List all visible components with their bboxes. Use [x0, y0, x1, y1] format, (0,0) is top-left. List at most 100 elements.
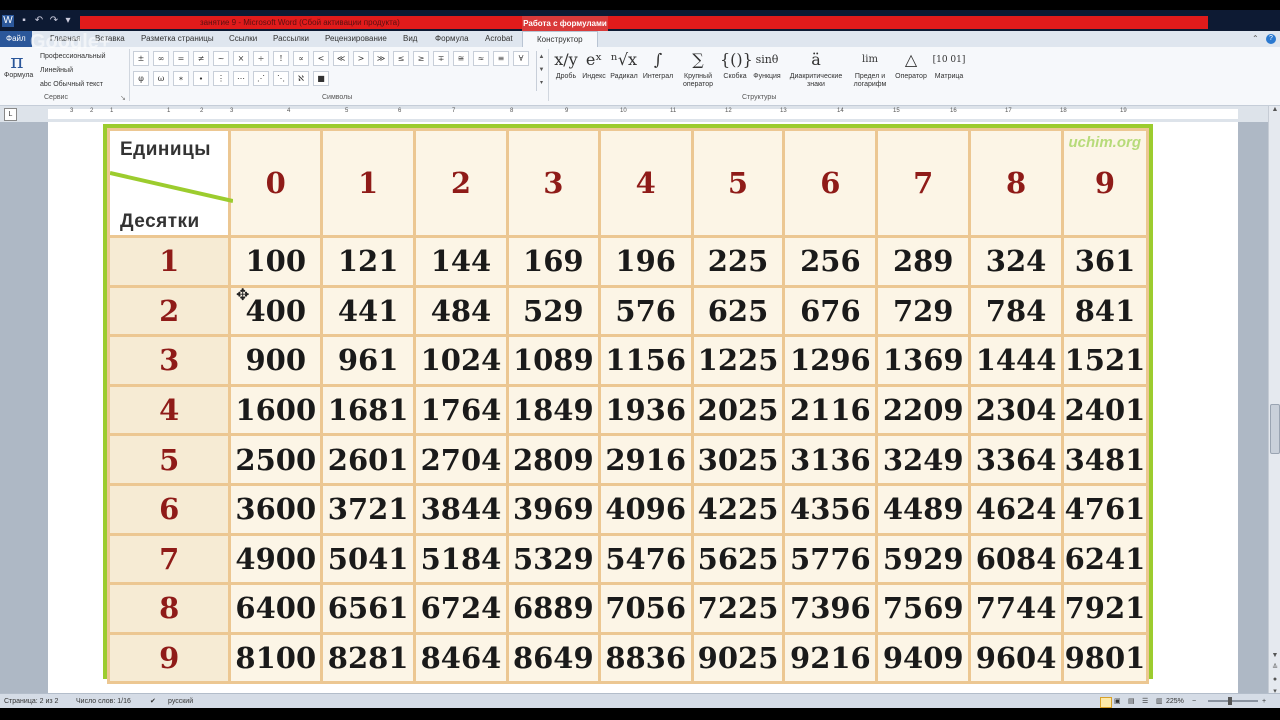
table-row: 7 4900 5041 5184 5329 5476 5625 5776 5929 6084 624…	[106, 532, 1150, 586]
tab-mailings[interactable]: Рассылки	[273, 31, 309, 47]
square-value: 8464	[413, 631, 509, 685]
customize-qat-icon[interactable]: ▾	[62, 15, 74, 27]
radical-icon: ⁿ√x	[610, 50, 638, 69]
symbol-button[interactable]: ~	[213, 51, 229, 66]
symbol-button[interactable]: >	[353, 51, 369, 66]
symbol-button[interactable]: ⋱	[273, 71, 289, 86]
formula-button[interactable]: π Формула	[4, 50, 33, 79]
symbol-button[interactable]: ⋯	[233, 71, 249, 86]
plain-text-option[interactable]: abc Обычный текст	[40, 81, 103, 88]
limit-log-button[interactable]: lim Предел и логарифм	[849, 49, 891, 89]
symbol-button[interactable]: ≥	[413, 51, 429, 66]
vertical-scroll-thumb[interactable]	[1270, 404, 1280, 454]
zoom-slider[interactable]	[1208, 700, 1258, 702]
professional-option[interactable]: Профессиональный	[40, 53, 106, 60]
symbol-button[interactable]: ≪	[333, 51, 349, 66]
square-value: 2704	[413, 433, 509, 486]
limit-icon: lim	[862, 54, 878, 65]
status-page[interactable]: Страница: 2 из 2	[4, 694, 58, 709]
radical-button[interactable]: ⁿ√x Радикал	[609, 49, 639, 81]
tab-file[interactable]: Файл	[0, 31, 32, 47]
help-icon[interactable]: ?	[1266, 34, 1276, 44]
ruler-number: 3	[70, 108, 74, 114]
symbol-button[interactable]: ≫	[373, 51, 389, 66]
service-dialog-launcher-icon[interactable]: ↘	[120, 94, 126, 102]
tab-references[interactable]: Ссылки	[229, 31, 257, 47]
table-row: 4 1600 1681 1764 1849 1936 2025 2116 2209 2304 240…	[106, 383, 1150, 437]
symbol-button[interactable]: ≠	[193, 51, 209, 66]
tab-page-layout[interactable]: Разметка страницы	[141, 31, 214, 47]
tab-constructor[interactable]: Конструктор	[522, 31, 598, 48]
symbol-button[interactable]: ≡	[493, 51, 509, 66]
linear-option[interactable]: Линейный	[40, 67, 73, 74]
word-app-icon[interactable]: W	[2, 15, 14, 27]
bracket-icon: {()}	[720, 50, 753, 69]
symbol-button[interactable]: ±	[133, 51, 149, 66]
symbol-button[interactable]: ≤	[393, 51, 409, 66]
symbol-button[interactable]: ⋰	[253, 71, 269, 86]
symbol-button[interactable]: ∞	[153, 51, 169, 66]
symbol-button[interactable]: ∓	[433, 51, 449, 66]
status-words[interactable]: Число слов: 1/16	[76, 694, 131, 709]
symbol-button[interactable]: φ	[133, 71, 149, 86]
tab-acrobat[interactable]: Acrobat	[485, 31, 513, 47]
symbol-button[interactable]: ℵ	[293, 71, 309, 86]
undo-icon[interactable]: ↶	[33, 15, 45, 27]
symbol-button[interactable]: ≅	[453, 51, 469, 66]
symbol-button[interactable]: ≈	[473, 51, 489, 66]
redo-icon[interactable]: ↷	[48, 15, 60, 27]
proofing-icon[interactable]: ✔	[150, 694, 156, 709]
status-language[interactable]: русский	[168, 694, 193, 709]
bracket-button[interactable]: {()} Скобка	[720, 49, 753, 81]
square-value: 3721	[320, 482, 417, 536]
outline-view-icon[interactable]: ☰	[1142, 694, 1148, 709]
square-value: 4900	[228, 532, 324, 586]
integral-button[interactable]: ∫ Интеграл	[640, 49, 676, 81]
square-value: 5625	[690, 532, 786, 586]
large-operator-button[interactable]: ∑ Крупный оператор	[677, 49, 719, 89]
square-value: 7569	[875, 582, 972, 635]
symbol-button[interactable]: !	[273, 51, 289, 66]
symbol-button[interactable]: ω	[153, 71, 169, 86]
symbol-button[interactable]: ×	[233, 51, 249, 66]
operator-button[interactable]: △ Оператор	[892, 49, 930, 81]
ruler-number: 6	[398, 108, 402, 114]
full-screen-view-icon[interactable]: ▣	[1114, 694, 1121, 709]
symbol-button[interactable]: ⋮	[213, 71, 229, 86]
tab-formula[interactable]: Формула	[435, 31, 469, 47]
save-icon[interactable]: ▪	[18, 15, 30, 27]
tab-review[interactable]: Рецензирование	[325, 31, 387, 47]
print-layout-view-icon[interactable]	[1100, 697, 1112, 708]
symbol-button[interactable]: ∀	[513, 51, 529, 66]
zoom-in-icon[interactable]: +	[1262, 694, 1266, 709]
zoom-out-icon[interactable]: −	[1192, 694, 1196, 709]
function-button[interactable]: sinθ Функция	[751, 49, 783, 81]
ruler-number: 5	[345, 108, 349, 114]
draft-view-icon[interactable]: ▥	[1156, 694, 1163, 709]
symbol-button[interactable]: ∗	[173, 71, 189, 86]
symbol-button[interactable]: ∙	[193, 71, 209, 86]
symbol-button[interactable]: =	[173, 51, 189, 66]
group-divider	[129, 49, 130, 101]
browse-object-icons[interactable]: ▼ ≙ ● ▾	[1270, 650, 1280, 698]
square-value: 2809	[505, 433, 601, 486]
zoom-level[interactable]: 225%	[1166, 694, 1184, 709]
symbol-button[interactable]: ÷	[253, 51, 269, 66]
matrix-button[interactable]: [10 01] Матрица	[931, 49, 967, 81]
fraction-button[interactable]: x/y Дробь	[553, 49, 579, 81]
web-view-icon[interactable]: ▤	[1128, 694, 1135, 709]
zoom-slider-knob[interactable]	[1228, 697, 1232, 705]
symbol-button[interactable]: ■	[313, 71, 329, 86]
symbol-button[interactable]: <	[313, 51, 329, 66]
square-value: 3136	[782, 433, 879, 486]
matrix-icon: [10 01]	[932, 55, 966, 65]
vertical-scrollbar[interactable]: ▲	[1268, 106, 1280, 693]
scroll-up-icon[interactable]: ▲	[1269, 106, 1280, 113]
tab-view[interactable]: Вид	[403, 31, 417, 47]
accent-button[interactable]: ä Диакритические знаки	[784, 49, 848, 89]
table-row: 6 3600 3721 3844 3969 4096 4225 4356 4489 4624 476…	[106, 482, 1150, 536]
minimize-ribbon-icon[interactable]: ⌃	[1252, 31, 1259, 47]
script-button[interactable]: eˣ Индекс	[580, 49, 608, 81]
symbol-button[interactable]: ∝	[293, 51, 309, 66]
symbols-scroll-icon[interactable]: ▲ ▼ ▾	[536, 51, 546, 91]
